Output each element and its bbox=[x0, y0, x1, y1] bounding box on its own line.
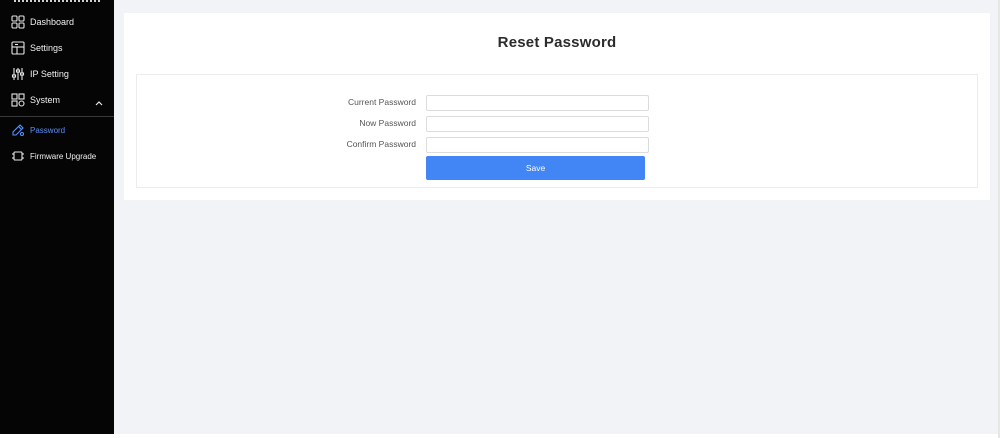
sidebar-item-label: Settings bbox=[30, 43, 63, 53]
logo bbox=[14, 0, 100, 2]
sidebar: Dashboard Settings IP Setting System Pas… bbox=[0, 0, 114, 434]
form-row-new-password: Now Password bbox=[137, 116, 979, 132]
save-button[interactable]: Save bbox=[426, 156, 645, 180]
current-password-label: Current Password bbox=[347, 97, 416, 107]
confirm-password-input[interactable] bbox=[426, 137, 649, 153]
sidebar-item-password[interactable]: Password bbox=[0, 118, 114, 142]
app-window: Dashboard Settings IP Setting System Pas… bbox=[0, 0, 1000, 438]
new-password-input[interactable] bbox=[426, 116, 649, 132]
chip-icon bbox=[11, 149, 25, 163]
sidebar-item-dashboard[interactable]: Dashboard bbox=[0, 10, 114, 34]
confirm-password-label: Confirm Password bbox=[346, 139, 416, 149]
system-icon bbox=[11, 93, 25, 107]
settings-panel-icon bbox=[11, 41, 25, 55]
main-content: Reset Password Current Password Now Pass… bbox=[114, 0, 998, 434]
sidebar-item-label: IP Setting bbox=[30, 69, 69, 79]
sidebar-divider bbox=[0, 116, 114, 117]
form-row-current-password: Current Password bbox=[137, 95, 979, 111]
sidebar-item-label: Dashboard bbox=[30, 17, 75, 27]
sidebar-item-label: Firmware Upgrade bbox=[30, 151, 97, 161]
form-row-confirm-password: Confirm Password bbox=[137, 137, 979, 153]
new-password-label: Now Password bbox=[359, 118, 416, 128]
sliders-icon bbox=[11, 67, 25, 81]
reset-password-panel: Reset Password Current Password Now Pass… bbox=[124, 13, 990, 200]
sidebar-item-system[interactable]: System bbox=[0, 88, 114, 112]
sidebar-item-ip-setting[interactable]: IP Setting bbox=[0, 62, 114, 86]
password-edit-icon bbox=[11, 123, 25, 137]
reset-password-form: Current Password Now Password Confirm Pa… bbox=[136, 74, 978, 188]
sidebar-item-label: Password bbox=[30, 125, 66, 135]
sidebar-item-settings[interactable]: Settings bbox=[0, 36, 114, 60]
chevron-up-icon bbox=[94, 95, 104, 106]
page-title: Reset Password bbox=[497, 34, 617, 51]
current-password-input[interactable] bbox=[426, 95, 649, 111]
dashboard-grid-icon bbox=[11, 15, 25, 29]
sidebar-item-firmware-upgrade[interactable]: Firmware Upgrade bbox=[0, 144, 114, 168]
sidebar-item-label: System bbox=[30, 95, 61, 105]
